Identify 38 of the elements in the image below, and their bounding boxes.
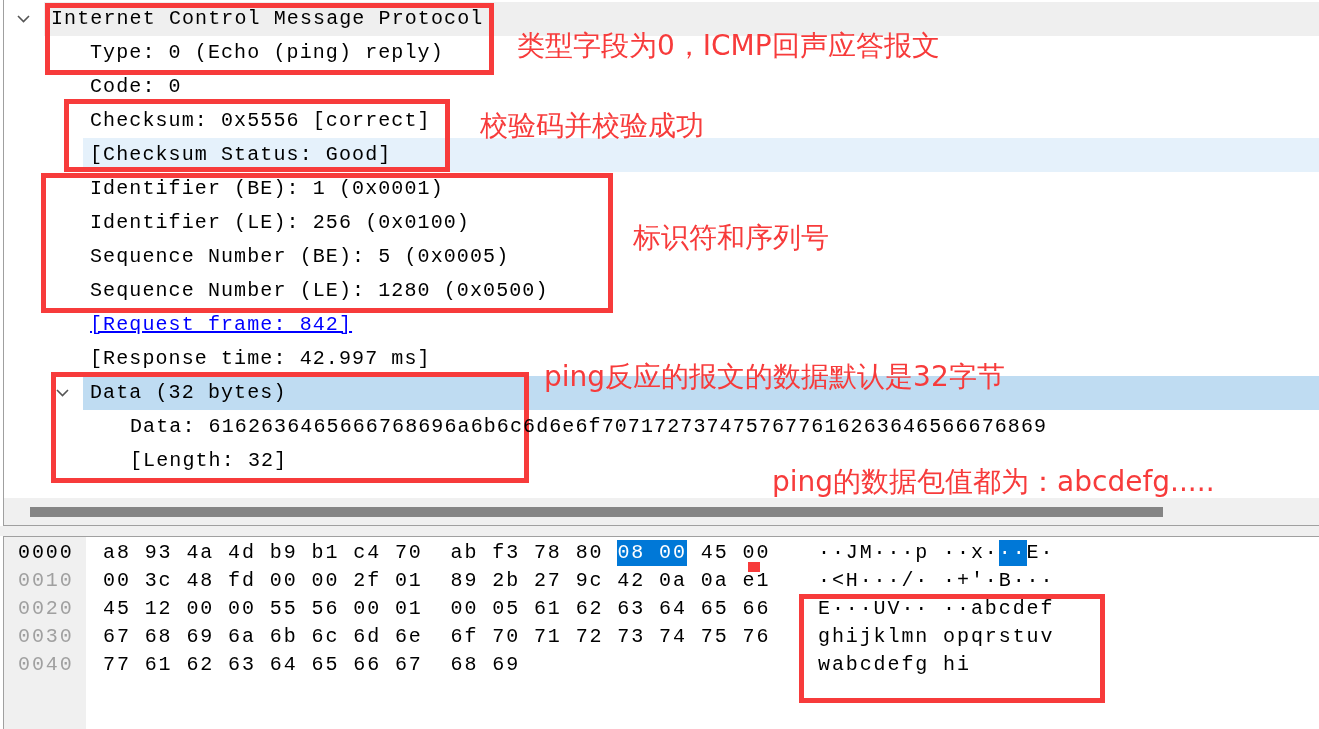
offset-label: 0010 bbox=[18, 568, 74, 594]
tree-item[interactable]: Sequence Number (LE): 1280 (0x0500) bbox=[90, 280, 549, 302]
ascii-text: E···UV·· ··abcdef bbox=[818, 596, 1055, 622]
annotation-text: 校验码并校验成功 bbox=[480, 111, 704, 141]
ascii-text: ghijklmn opqrstuv bbox=[818, 624, 1055, 650]
tree-item[interactable]: Type: 0 (Echo (ping) reply) bbox=[90, 42, 444, 64]
tree-item[interactable]: Identifier (LE): 256 (0x0100) bbox=[90, 212, 470, 234]
tree-item[interactable]: Identifier (BE): 1 (0x0001) bbox=[90, 178, 444, 200]
ascii-text: E· bbox=[1026, 540, 1055, 566]
tree-item[interactable]: Sequence Number (BE): 5 (0x0005) bbox=[90, 246, 510, 268]
offset-label: 0040 bbox=[18, 652, 74, 678]
chevron-down-icon[interactable] bbox=[56, 389, 69, 397]
hex-bytes: 00 3c 48 fd 00 00 2f 01 89 2b 27 9c 42 0a 0a e1 bbox=[103, 568, 771, 594]
ascii-text: wabcdefg hi bbox=[818, 652, 971, 678]
offset-label: 0020 bbox=[18, 596, 74, 622]
hex-bytes: 45 12 00 00 55 56 00 01 00 05 61 62 63 64 65 66 bbox=[103, 596, 771, 622]
hex-bytes: 77 61 62 63 64 65 66 67 68 69 bbox=[103, 652, 521, 678]
hex-bytes: a8 93 4a 4d b9 b1 c4 70 ab f3 78 80 bbox=[103, 540, 604, 566]
annotation-text: ping的数据包值都为：abcdefg..... bbox=[772, 467, 1215, 497]
hex-bytes: 08 00 bbox=[617, 540, 687, 566]
hex-bytes: 45 00 bbox=[700, 540, 771, 566]
offset-label: 0030 bbox=[18, 624, 74, 650]
scrollbar-thumb[interactable] bbox=[30, 507, 1163, 517]
ascii-text: ··JM···p ··x· bbox=[818, 540, 999, 566]
annotation-text: 标识符和序列号 bbox=[633, 223, 829, 253]
tree-item[interactable]: [Length: 32] bbox=[130, 450, 288, 472]
marker-icon bbox=[748, 562, 760, 572]
tree-item[interactable]: Code: 0 bbox=[90, 76, 182, 98]
tree-item[interactable]: [Response time: 42.997 ms] bbox=[90, 348, 431, 370]
chevron-down-icon[interactable] bbox=[17, 15, 30, 23]
horizontal-scrollbar[interactable] bbox=[4, 498, 1319, 525]
frame-link[interactable]: [Request frame: 842] bbox=[90, 314, 353, 336]
ascii-text: ·· bbox=[998, 540, 1027, 566]
offset-label: 0000 bbox=[18, 540, 74, 566]
tree-item[interactable]: [Checksum Status: Good] bbox=[83, 138, 1319, 172]
hex-bytes: 67 68 69 6a 6b 6c 6d 6e 6f 70 71 72 73 74 75 76 bbox=[103, 624, 771, 650]
ascii-text: ·<H···/· ·+'·B··· bbox=[818, 568, 1055, 594]
tree-item[interactable]: Checksum: 0x5556 [correct] bbox=[90, 110, 431, 132]
